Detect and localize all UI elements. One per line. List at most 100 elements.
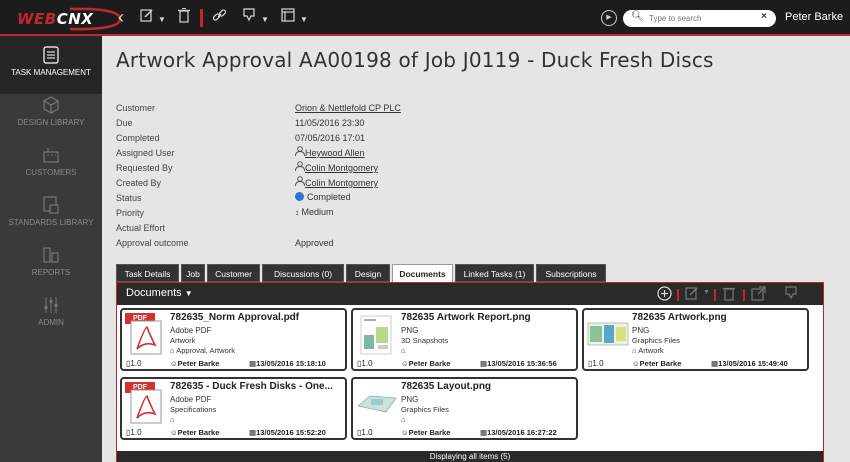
field-value-approval-outcome: Approved	[295, 238, 334, 248]
field-label-approval-outcome: Approval outcome	[116, 238, 189, 248]
back-arrow-icon[interactable]: ‹	[118, 8, 124, 26]
edit-dropdown-caret-icon[interactable]: ▼	[703, 289, 710, 296]
document-version-text: 1.0	[130, 359, 142, 368]
delete-trash-icon[interactable]	[178, 7, 190, 28]
document-card[interactable]: 782635 Artwork.png PNG Graphics Files ⌂ …	[582, 308, 809, 371]
tab-design[interactable]: Design	[346, 264, 390, 282]
document-card[interactable]: 782635 Artwork Report.png PNG 3D Snapsho…	[351, 308, 578, 371]
report-thumbnail	[356, 313, 398, 355]
user-name[interactable]: Peter Barke	[785, 11, 843, 23]
document-date-text: 13/05/2016 15:18:10	[256, 359, 326, 368]
document-tags: ⌂	[170, 415, 175, 424]
status-text: Completed	[307, 192, 351, 202]
top-bar: WEBCNX ‹ ▼ ▼ ▼ ▶ 🔍︎ × Peter Barke	[0, 0, 850, 36]
play-icon[interactable]: ▶	[601, 10, 617, 26]
field-label-assigned-user: Assigned User	[116, 148, 175, 158]
tab-linked-tasks[interactable]: Linked Tasks (1)	[455, 264, 534, 282]
document-card[interactable]: PDF 782635 - Duck Fresh Disks - One... A…	[120, 377, 347, 440]
add-document-icon[interactable]	[657, 286, 672, 304]
user-icon: ☺	[632, 359, 640, 368]
user-icon: ☺	[401, 428, 409, 437]
priority-text: Medium	[301, 207, 334, 217]
delete-document-icon[interactable]	[723, 286, 735, 304]
view-panel-icon[interactable]	[281, 8, 295, 27]
edit-icon[interactable]	[140, 8, 154, 27]
document-version-text: 1.0	[592, 359, 604, 368]
user-icon	[295, 176, 305, 187]
tab-task-details[interactable]: Task Details	[116, 264, 179, 282]
download-dropdown-caret-icon[interactable]: ▼	[261, 11, 269, 29]
document-version: ▯1.0	[126, 428, 142, 437]
tab-job[interactable]: Job	[181, 264, 205, 282]
sidebar-item-admin[interactable]: ADMIN	[0, 286, 102, 344]
document-tags: ⌂	[401, 346, 406, 355]
document-version: ▯1.0	[126, 359, 142, 368]
search-input[interactable]	[649, 11, 749, 26]
created-by-link[interactable]: Colin Montgomery	[305, 178, 378, 188]
document-category: 3D Snapshots	[401, 336, 449, 345]
edit-document-icon[interactable]	[685, 286, 699, 303]
download-icon[interactable]	[242, 8, 256, 28]
webcnx-logo[interactable]: WEBCNX	[8, 6, 122, 31]
sidebar-item-label: CUSTOMERS	[25, 168, 77, 177]
document-category: Specifications	[170, 405, 217, 414]
requested-by-link[interactable]: Colin Montgomery	[305, 163, 378, 173]
document-card[interactable]: 782635 Layout.png PNG Graphics Files ⌂ ▯…	[351, 377, 578, 440]
documents-title-dropdown[interactable]: Documents ▼	[126, 287, 193, 299]
documents-title: Documents	[126, 287, 182, 299]
document-name[interactable]: 782635 Artwork Report.png	[401, 312, 531, 323]
clear-search-icon[interactable]: ×	[761, 11, 767, 22]
open-external-icon[interactable]	[751, 286, 766, 304]
view-dropdown-caret-icon[interactable]: ▼	[300, 11, 308, 29]
field-label-requested-by: Requested By	[116, 163, 173, 173]
document-name[interactable]: 782635 Artwork.png	[632, 312, 727, 323]
sliders-icon	[44, 297, 58, 313]
link-chain-icon[interactable]	[212, 8, 227, 28]
field-value-priority: ↕ Medium	[295, 207, 334, 217]
download-document-icon[interactable]	[784, 286, 798, 304]
tab-subscriptions[interactable]: Subscriptions	[536, 264, 606, 282]
tag-icon: ⌂	[401, 346, 406, 355]
sidebar-item-label: STANDARDS LIBRARY	[8, 218, 94, 227]
field-label-status: Status	[116, 193, 142, 203]
documents-panel: Documents ▼ ▼ PDF 782635_Norm Approval.p…	[116, 282, 824, 462]
document-version: ▯1.0	[588, 359, 604, 368]
document-date-text: 13/05/2016 15:52:20	[256, 428, 326, 437]
cube-icon	[43, 96, 59, 114]
field-value-created-by: Colin Montgomery	[295, 176, 378, 188]
document-tags: ⌂ Approval, Artwork	[170, 346, 235, 355]
sidebar-item-label: ADMIN	[38, 318, 64, 327]
document-name[interactable]: 782635 - Duck Fresh Disks - One...	[170, 381, 333, 392]
document-version-text: 1.0	[361, 428, 373, 437]
document-name[interactable]: 782635 Layout.png	[401, 381, 491, 392]
artwork-thumbnail	[587, 313, 629, 355]
document-version: ▯1.0	[357, 428, 373, 437]
document-owner: ☺Peter Barke	[632, 359, 681, 368]
user-icon	[295, 161, 305, 172]
document-card[interactable]: PDF 782635_Norm Approval.pdf Adobe PDF A…	[120, 308, 347, 371]
document-type: Adobe PDF	[170, 326, 212, 335]
bar-chart-icon	[43, 247, 59, 263]
sidebar-item-label: REPORTS	[31, 268, 71, 277]
search-box[interactable]: 🔍︎ ×	[623, 10, 776, 27]
field-value-customer[interactable]: Orion & Nettlefold CP PLC	[295, 103, 401, 113]
document-owner-text: Peter Barke	[639, 359, 682, 368]
document-date-text: 13/05/2016 16:27:22	[487, 428, 557, 437]
document-name[interactable]: 782635_Norm Approval.pdf	[170, 312, 299, 323]
logo-text-part2: CNX	[56, 10, 94, 28]
field-label-created-by: Created By	[116, 178, 162, 188]
document-tags: ⌂	[401, 415, 406, 424]
field-label-due: Due	[116, 118, 133, 128]
header-separator	[677, 289, 679, 301]
tab-discussions[interactable]: Discussions (0)	[262, 264, 344, 282]
header-separator	[743, 289, 745, 301]
document-category: Graphics Files	[401, 405, 449, 414]
document-owner: ☺Peter Barke	[401, 428, 450, 437]
assigned-user-link[interactable]: Heywood Allen	[305, 148, 365, 158]
document-type: PNG	[632, 326, 650, 335]
tab-documents[interactable]: Documents	[392, 264, 453, 283]
edit-dropdown-caret-icon[interactable]: ▼	[158, 11, 166, 29]
tab-customer[interactable]: Customer	[207, 264, 260, 282]
field-value-due: 11/05/2016 23:30	[295, 118, 365, 128]
documents-header: Documents ▼ ▼	[117, 283, 823, 305]
